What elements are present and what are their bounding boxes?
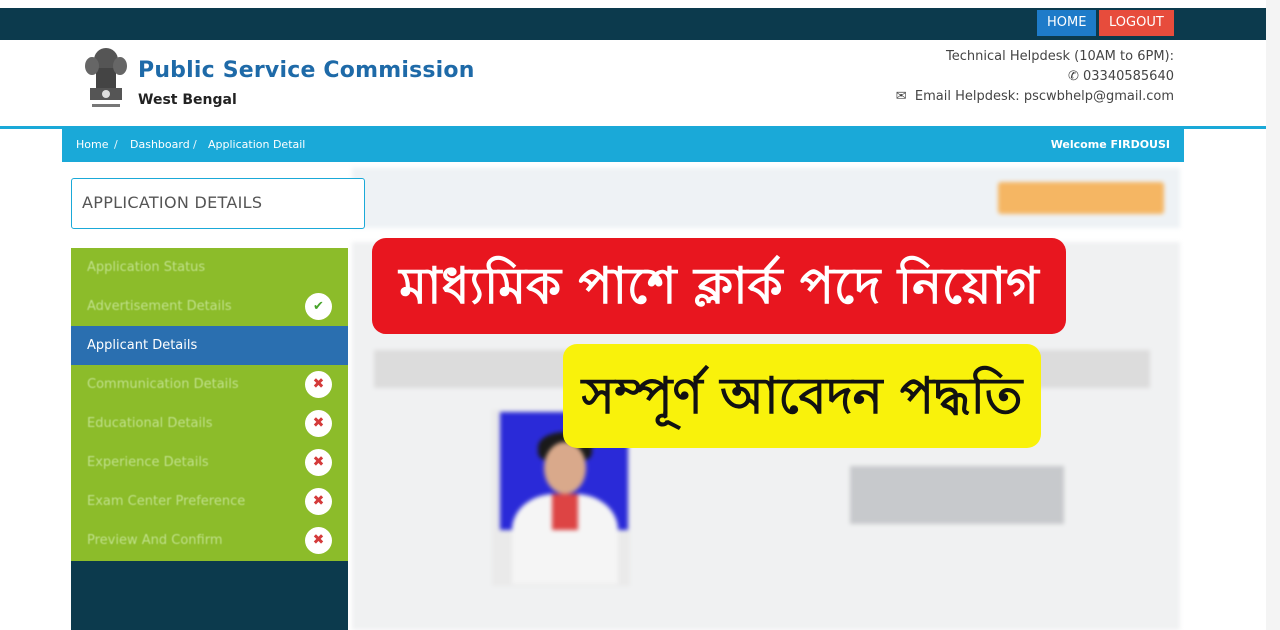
photo-neck	[552, 494, 578, 530]
sidebar-item-applicant-details[interactable]: Applicant Details	[71, 326, 348, 365]
breadcrumb-dashboard[interactable]: Dashboard	[130, 127, 190, 162]
sidebar-item-communication-details[interactable]: Communication Details ✖	[71, 365, 348, 404]
sidebar-item-application-status[interactable]: Application Status	[71, 248, 348, 287]
window-edge	[1266, 0, 1280, 630]
page-title: APPLICATION DETAILS	[82, 193, 263, 212]
home-button[interactable]: HOME	[1037, 10, 1097, 36]
cross-icon: ✖	[305, 488, 332, 515]
sidebar-item-educational-details[interactable]: Educational Details ✖	[71, 404, 348, 443]
state-emblem-icon	[85, 48, 127, 107]
sidebar-item-label: Communication Details	[87, 377, 239, 392]
cross-icon: ✖	[305, 371, 332, 398]
cross-icon: ✖	[305, 449, 332, 476]
phone-icon: ✆	[1067, 69, 1079, 84]
subheadline-text: সম্পূর্ণ আবেদন পদ্ধতি	[581, 367, 1023, 425]
subheadline-banner: সম্পূর্ণ আবেদন পদ্ধতি	[563, 344, 1041, 448]
breadcrumb-separator: /	[193, 138, 197, 151]
headline-text: মাধ্যমিক পাশে ক্লার্ক পদে নিয়োগ	[399, 257, 1039, 315]
sidebar-item-label: Advertisement Details	[87, 299, 232, 314]
sidebar-item-label: Exam Center Preference	[87, 494, 246, 509]
page-title-box: APPLICATION DETAILS	[71, 178, 365, 229]
cross-icon: ✖	[305, 410, 332, 437]
sidebar-item-label: Application Status	[87, 260, 206, 275]
photo-face	[544, 442, 586, 494]
cross-icon: ✖	[305, 527, 332, 554]
sidebar-item-label: Educational Details	[87, 416, 213, 431]
breadcrumb-separator: /	[114, 138, 118, 151]
organization-subtitle: West Bengal	[138, 92, 237, 108]
sidebar-item-label: Applicant Details	[87, 338, 198, 353]
sidebar-item-experience-details[interactable]: Experience Details ✖	[71, 443, 348, 482]
envelope-icon: ✉	[895, 89, 907, 104]
headline-banner: মাধ্যমিক পাশে ক্লার্ক পদে নিয়োগ	[372, 238, 1066, 334]
sidebar-item-advertisement-details[interactable]: Advertisement Details ✔	[71, 287, 348, 326]
helpdesk-phone-number: 03340585640	[1083, 69, 1174, 84]
helpdesk-email: ✉ Email Helpdesk: pscwbhelp@gmail.com	[896, 89, 1174, 104]
check-icon: ✔	[305, 293, 332, 320]
email-label: Email Helpdesk:	[914, 89, 1020, 104]
sidebar-item-exam-center-preference[interactable]: Exam Center Preference ✖	[71, 482, 348, 521]
breadcrumb: Home / Dashboard / Application Detail We…	[62, 127, 1184, 162]
breadcrumb-application-detail: Application Detail	[208, 138, 306, 151]
logout-button[interactable]: LOGOUT	[1099, 10, 1174, 36]
welcome-user: Welcome FIRDOUSI	[1050, 138, 1170, 151]
helpdesk-phone: ✆ 03340585640	[1068, 69, 1174, 84]
applicant-signature	[850, 466, 1064, 524]
breadcrumb-home[interactable]: Home	[76, 127, 108, 162]
helpdesk-title: Technical Helpdesk (10AM to 6PM):	[946, 49, 1174, 64]
sidebar-item-label: Preview And Confirm	[87, 533, 223, 548]
sidebar-item-preview-and-confirm[interactable]: Preview And Confirm ✖	[71, 521, 348, 560]
sidebar-item-label: Experience Details	[87, 455, 209, 470]
organization-title: Public Service Commission	[138, 58, 475, 83]
email-value[interactable]: pscwbhelp@gmail.com	[1024, 89, 1174, 104]
action-button-blurred[interactable]	[998, 182, 1164, 214]
